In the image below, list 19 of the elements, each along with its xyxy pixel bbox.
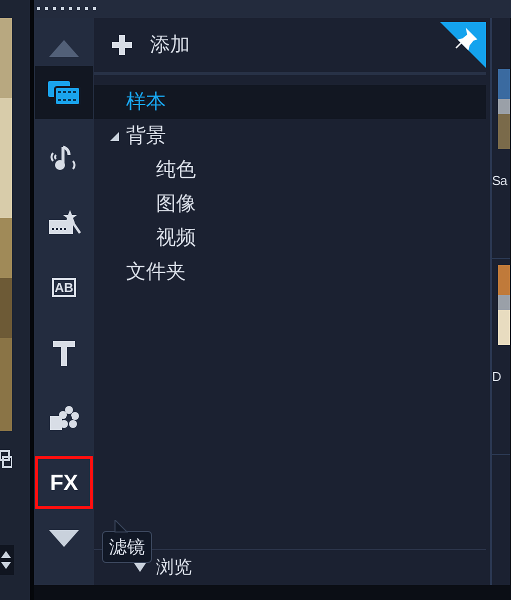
tree-item[interactable]: 图像 [156,189,196,219]
scroll-down-icon[interactable] [47,529,81,549]
tooltip: 滤镜 [102,531,152,563]
title-tool-button[interactable]: AB [35,261,93,314]
expanded-caret-icon[interactable] [110,132,119,140]
tooltip-pointer-icon [114,520,128,533]
add-button[interactable]: 添加 [112,30,190,60]
filter-tool-button[interactable]: FX [35,456,93,509]
tree-item[interactable]: 文件夹 [126,257,186,287]
clip-caption: Sa [492,172,508,190]
plus-icon [112,35,132,55]
tree-item[interactable]: 视频 [156,223,196,253]
pin-icon[interactable] [440,22,486,68]
media-tool-button[interactable] [35,66,93,119]
tree-item[interactable]: 纯色 [156,155,196,185]
copy-icon[interactable] [0,449,12,469]
clip-caption: D [492,368,502,386]
tree-item[interactable]: 背景 [126,121,166,151]
tree-item[interactable]: 样本 [126,87,166,117]
